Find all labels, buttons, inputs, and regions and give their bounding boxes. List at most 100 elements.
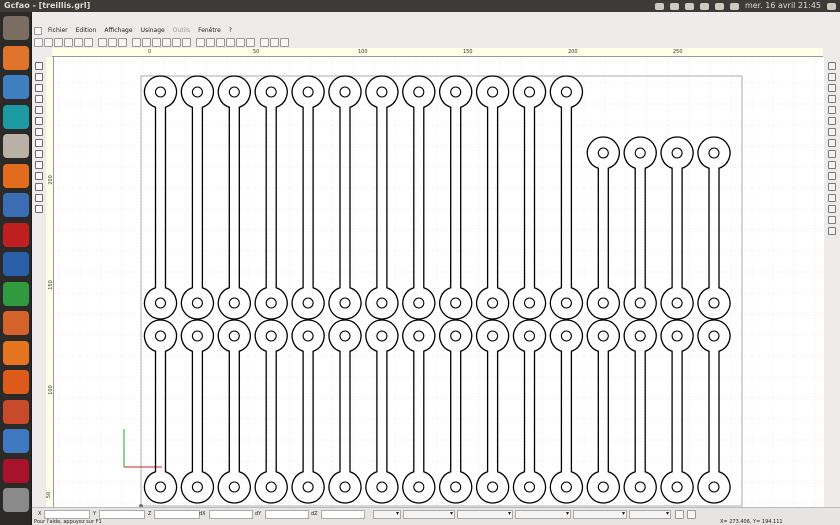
filezilla-icon[interactable] (3, 222, 29, 247)
linetype-select[interactable] (457, 510, 513, 519)
dx-field[interactable] (209, 510, 253, 519)
ellipse-tool-icon[interactable] (35, 139, 43, 147)
truss-member[interactable] (512, 75, 547, 320)
dropbox-icon[interactable] (669, 2, 679, 10)
menu-item-1[interactable]: Edition (72, 27, 101, 34)
ubuntu-one-icon[interactable] (3, 370, 29, 394)
arc-tool-icon[interactable] (35, 106, 43, 114)
view-top-icon[interactable] (828, 73, 836, 81)
menu-item-0[interactable]: Fichier (44, 27, 72, 34)
menu-item-6[interactable]: ? (225, 27, 236, 34)
truss-member[interactable] (623, 319, 657, 504)
scale-icon[interactable] (828, 139, 836, 147)
rectangle-tool-icon[interactable] (35, 128, 43, 136)
truss-member[interactable] (512, 319, 547, 504)
x-field[interactable] (44, 510, 90, 519)
drawing-svg[interactable] (54, 57, 824, 507)
seahorse-icon[interactable] (3, 75, 29, 99)
writer-icon[interactable] (3, 252, 29, 276)
archive-icon[interactable] (3, 134, 29, 158)
help-icon[interactable] (280, 38, 289, 47)
truss-member[interactable] (143, 75, 178, 320)
offset-tool-icon[interactable] (35, 194, 43, 202)
truss-member[interactable] (586, 136, 620, 320)
point-tool-icon[interactable] (35, 73, 43, 81)
impress-icon[interactable] (3, 311, 29, 335)
menu-item-3[interactable]: Usinage (137, 27, 169, 34)
zoom-in-icon[interactable] (132, 38, 141, 47)
volume-icon[interactable] (729, 2, 739, 10)
dy-field[interactable] (265, 510, 309, 519)
cut-icon[interactable] (98, 38, 107, 47)
align-icon[interactable] (828, 227, 836, 235)
menu-item-4[interactable]: Outils (169, 27, 194, 34)
zoom-out-icon[interactable] (142, 38, 151, 47)
truss-member[interactable] (180, 319, 215, 504)
truss-member[interactable] (549, 319, 584, 504)
print-icon[interactable] (64, 38, 73, 47)
gcode-icon[interactable] (246, 38, 255, 47)
truss-member[interactable] (365, 319, 399, 504)
truss-member[interactable] (475, 319, 510, 504)
ortho-toggle[interactable] (687, 510, 696, 519)
ubuntu-dash-icon[interactable] (3, 16, 29, 40)
join-icon[interactable] (828, 194, 836, 202)
mail-icon[interactable] (714, 2, 724, 10)
truss-member[interactable] (660, 319, 694, 504)
tool-select[interactable] (573, 510, 627, 519)
thickness-select[interactable] (515, 510, 571, 519)
truss-member[interactable] (180, 75, 215, 320)
truss-member[interactable] (291, 75, 325, 320)
measure-icon[interactable] (226, 38, 235, 47)
circle-tool-icon[interactable] (35, 117, 43, 125)
truss-member[interactable] (254, 75, 288, 320)
menu-item-2[interactable]: Affichage (100, 27, 136, 34)
menu-item-5[interactable]: Fenêtre (194, 27, 225, 34)
system-tray[interactable]: mer. 16 avril 21:45 (654, 0, 836, 12)
break-icon[interactable] (828, 205, 836, 213)
drawing-canvas[interactable] (54, 57, 824, 507)
chamfer-icon[interactable] (828, 172, 836, 180)
mirror-icon[interactable] (828, 128, 836, 136)
truss-member[interactable] (439, 319, 473, 504)
line-tool-icon[interactable] (35, 84, 43, 92)
arduino-icon[interactable] (3, 104, 29, 129)
rotate-icon[interactable] (828, 117, 836, 125)
files-icon[interactable] (3, 45, 29, 70)
regen-icon[interactable] (182, 38, 191, 47)
properties-icon[interactable] (216, 38, 225, 47)
truss-member[interactable] (291, 319, 325, 504)
z-field[interactable] (154, 510, 200, 519)
undo-icon[interactable] (74, 38, 83, 47)
view-3d-icon[interactable] (828, 62, 836, 70)
system-monitor-icon[interactable] (3, 429, 29, 453)
software-center-icon[interactable] (3, 340, 29, 365)
dimension-tool-icon[interactable] (35, 172, 43, 180)
view-side-icon[interactable] (828, 95, 836, 103)
extend-icon[interactable] (828, 216, 836, 224)
dz-field[interactable] (321, 510, 365, 519)
layer-select[interactable] (373, 510, 401, 519)
save-icon[interactable] (54, 38, 63, 47)
truss-member[interactable] (143, 319, 178, 504)
truss-member[interactable] (402, 75, 436, 320)
truss-member[interactable] (623, 136, 657, 320)
fillet-icon[interactable] (828, 161, 836, 169)
truss-member[interactable] (365, 75, 399, 320)
system-settings-icon[interactable] (3, 399, 29, 424)
thunderbird-icon[interactable] (3, 193, 29, 217)
view-front-icon[interactable] (828, 84, 836, 92)
truss-member[interactable] (549, 75, 584, 320)
spline-tool-icon[interactable] (35, 161, 43, 169)
select-tool-icon[interactable] (35, 62, 43, 70)
workspaces-icon[interactable] (3, 488, 29, 512)
export-icon[interactable] (236, 38, 245, 47)
pan-icon[interactable] (172, 38, 181, 47)
cloud-icon[interactable] (699, 2, 709, 10)
simulate-icon[interactable] (260, 38, 269, 47)
truss-member[interactable] (697, 319, 731, 504)
truss-member[interactable] (328, 319, 362, 504)
truss-member[interactable] (402, 319, 436, 504)
clock[interactable]: mer. 16 avril 21:45 (745, 0, 821, 12)
snap-toggle[interactable] (675, 510, 684, 519)
